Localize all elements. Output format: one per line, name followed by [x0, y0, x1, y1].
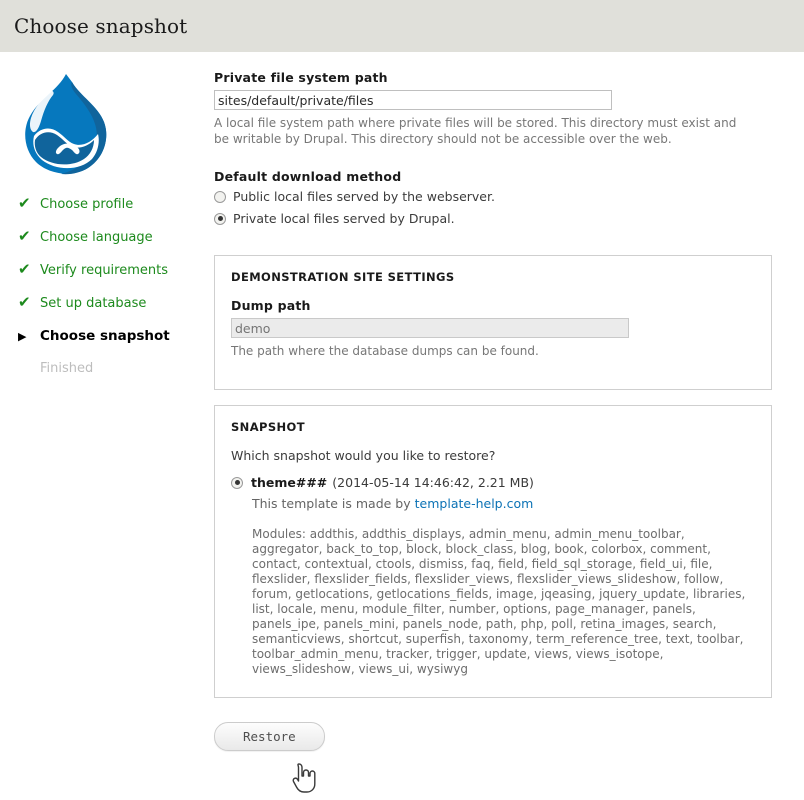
form-actions: Restore [214, 713, 772, 751]
private-path-label: Private file system path [214, 70, 388, 85]
snapshot-modules-list: Modules: addthis, addthis_displays, admi… [252, 527, 746, 676]
private-path-input[interactable] [214, 90, 612, 110]
sidebar-item-finished: Finished [18, 361, 214, 394]
demo-fieldset-legend: DEMONSTRATION SITE SETTINGS [231, 270, 455, 284]
main-content: Private file system path A local file sy… [214, 70, 804, 751]
snapshot-radio-theme[interactable]: theme### (2014-05-14 14:46:42, 2.21 MB) [231, 475, 755, 490]
check-icon: ✔ [18, 227, 31, 245]
demonstration-site-settings-fieldset: DEMONSTRATION SITE SETTINGS Dump path Th… [214, 255, 772, 390]
page-header: Choose snapshot [0, 0, 804, 52]
task-label: Choose snapshot [40, 328, 170, 344]
radio-icon-selected[interactable] [214, 212, 226, 225]
snapshot-fieldset-legend: SNAPSHOT [231, 420, 305, 434]
snapshot-question: Which snapshot would you like to restore… [231, 448, 496, 463]
drupal-droplet-icon [0, 70, 214, 182]
private-path-field-group: Private file system path A local file sy… [214, 70, 772, 147]
download-method-group: Default download method Public local fil… [214, 169, 772, 226]
restore-button[interactable]: Restore [214, 722, 325, 751]
install-task-list: ✔ Choose profile ✔ Choose language ✔ Ver… [0, 196, 214, 394]
radio-label: Private local files served by Drupal. [233, 211, 455, 226]
triangle-right-icon: ▶ [18, 330, 27, 343]
template-help-link[interactable]: template-help.com [415, 496, 534, 511]
snapshot-meta: (2014-05-14 14:46:42, 2.21 MB) [332, 475, 534, 490]
credit-prefix: This template is made by [252, 496, 411, 511]
sidebar-item-choose-profile: ✔ Choose profile [18, 196, 214, 229]
snapshot-credit: This template is made by template-help.c… [252, 496, 755, 511]
task-label: Verify requirements [40, 263, 169, 278]
check-icon: ✔ [18, 293, 31, 311]
page-layout: ✔ Choose profile ✔ Choose language ✔ Ver… [0, 52, 804, 751]
dump-path-label: Dump path [231, 298, 311, 313]
check-icon: ✔ [18, 194, 31, 212]
radio-icon[interactable] [214, 190, 226, 203]
radio-label: Public local files served by the webserv… [233, 189, 495, 204]
sidebar: ✔ Choose profile ✔ Choose language ✔ Ver… [0, 70, 214, 394]
sidebar-item-choose-snapshot: ▶ Choose snapshot [18, 328, 214, 361]
radio-private-local-files[interactable]: Private local files served by Drupal. [214, 211, 772, 226]
sidebar-item-choose-language: ✔ Choose language [18, 229, 214, 262]
sidebar-item-set-up-database: ✔ Set up database [18, 295, 214, 328]
snapshot-fieldset: SNAPSHOT Which snapshot would you like t… [214, 405, 772, 698]
sidebar-item-verify-requirements: ✔ Verify requirements [18, 262, 214, 295]
private-path-description: A local file system path where private f… [214, 116, 737, 146]
dump-path-input [231, 318, 629, 338]
task-label: Finished [40, 361, 94, 376]
task-label: Set up database [40, 296, 147, 311]
snapshot-name: theme### [251, 475, 328, 490]
radio-icon-selected[interactable] [231, 476, 243, 489]
task-label: Choose language [40, 230, 153, 245]
download-method-label: Default download method [214, 169, 402, 184]
mouse-cursor-pointing-hand [291, 762, 317, 794]
task-label: Choose profile [40, 197, 134, 212]
page-title: Choose snapshot [14, 14, 188, 38]
dump-path-description: The path where the database dumps can be… [231, 344, 539, 358]
radio-public-local-files[interactable]: Public local files served by the webserv… [214, 189, 772, 204]
check-icon: ✔ [18, 260, 31, 278]
